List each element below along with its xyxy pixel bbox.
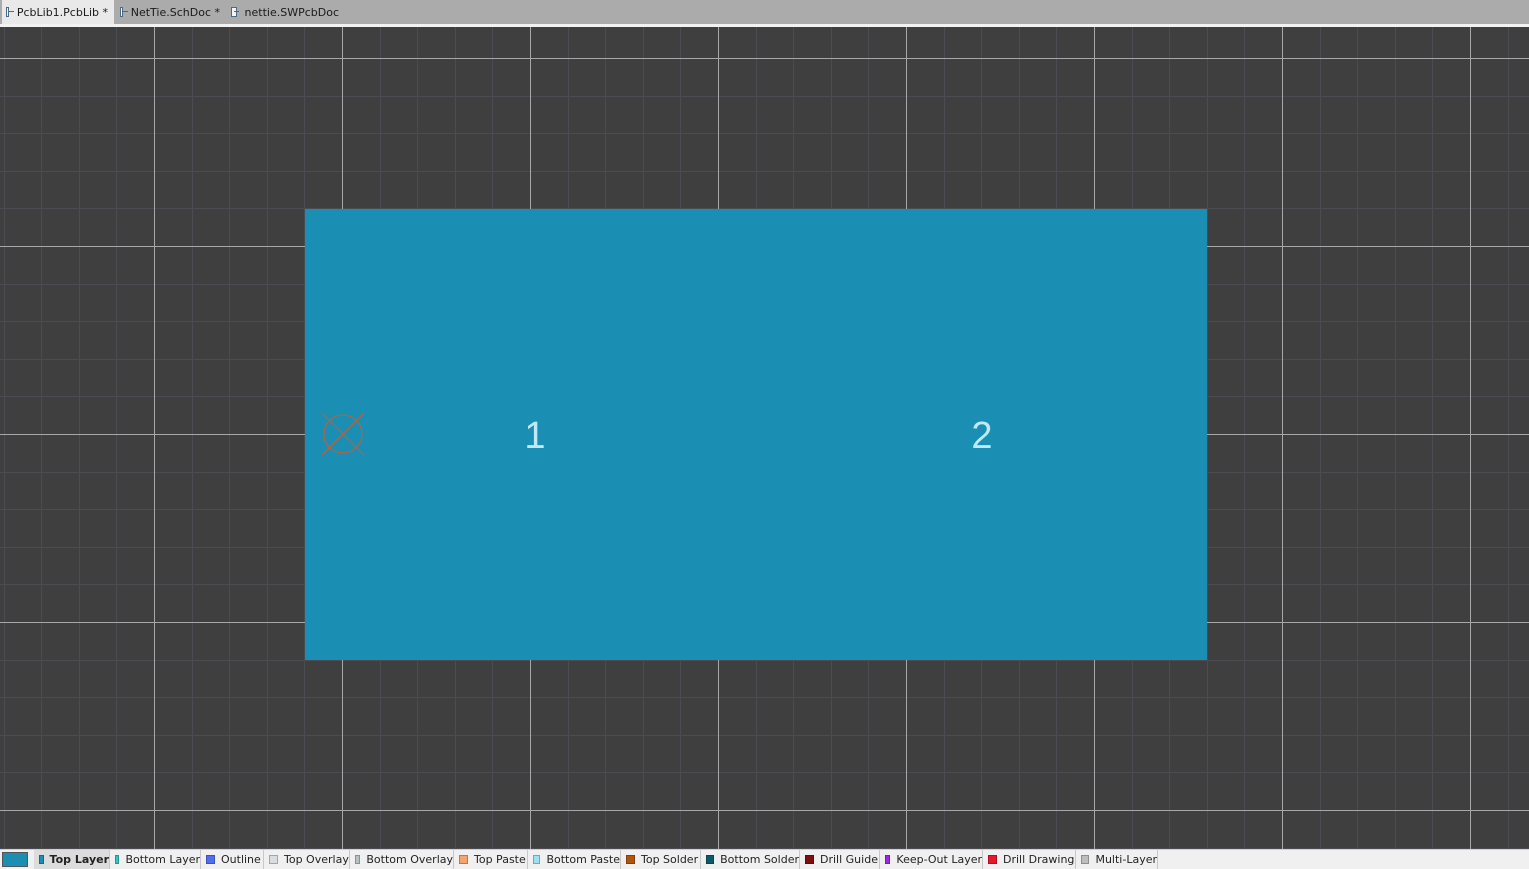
document-tab-strip: PcbLib1.PcbLib * NetTie.SchDoc * nettie.… [0, 0, 1529, 27]
pcblib-file-icon [6, 7, 14, 17]
layer-tab-label: Drill Guide [820, 853, 878, 866]
layer-tab-top-paste[interactable]: Top Paste [454, 850, 528, 869]
tab-pcblib1[interactable]: PcbLib1.PcbLib * [2, 0, 114, 24]
layer-tab-label: Top Overlay [284, 853, 349, 866]
layer-tab-bottom-layer[interactable]: Bottom Layer [110, 850, 201, 869]
tab-nettie-schdoc[interactable]: NetTie.SchDoc * [116, 0, 226, 24]
layer-tab-bottom-solder[interactable]: Bottom Solder [701, 850, 800, 869]
layer-tab-bottom-overlay[interactable]: Bottom Overlay [350, 850, 454, 869]
pcbdoc-file-icon [231, 7, 239, 17]
layer-tab-label: Bottom Solder [720, 853, 799, 866]
layer-tab-outline[interactable]: Outline [201, 850, 264, 869]
tab-label: nettie.SWPcbDoc [244, 5, 339, 19]
layer-tab-label: Keep-Out Layer [896, 853, 982, 866]
layer-tab-drill-guide[interactable]: Drill Guide [800, 850, 880, 869]
layer-color-swatch [805, 855, 814, 864]
layer-color-swatch [115, 855, 120, 864]
layer-color-swatch [533, 855, 541, 864]
canvas-drawing[interactable]: 1 2 [0, 27, 1529, 849]
layer-color-swatch [206, 855, 215, 864]
layer-tab-label: Drill Drawing [1003, 853, 1075, 866]
layer-tab-top-layer[interactable]: Top Layer [34, 850, 110, 869]
layer-tab-label: Top Solder [641, 853, 699, 866]
layer-tab-bottom-paste[interactable]: Bottom Paste [528, 850, 621, 869]
layer-tab-label: Multi-Layer [1095, 853, 1157, 866]
layer-tab-drill-drawing[interactable]: Drill Drawing [983, 850, 1076, 869]
tab-nettie-swpcbdoc[interactable]: nettie.SWPcbDoc [227, 0, 345, 24]
layer-color-swatch [39, 855, 44, 864]
layer-color-swatch [626, 855, 635, 864]
pad-designator-2: 2 [971, 415, 992, 457]
layer-color-swatch [459, 855, 468, 864]
layer-color-swatch [706, 855, 715, 864]
layer-tab-keep-out-layer[interactable]: Keep-Out Layer [880, 850, 983, 869]
layer-tab-label: Bottom Overlay [366, 853, 453, 866]
layer-tab-label: Outline [221, 853, 261, 866]
pad-designator-1: 1 [524, 415, 545, 457]
layer-tab-top-solder[interactable]: Top Solder [621, 850, 701, 869]
tab-label: NetTie.SchDoc * [130, 5, 220, 19]
schdoc-file-icon [120, 7, 128, 17]
tab-label: PcbLib1.PcbLib * [16, 5, 108, 19]
layer-color-swatch [988, 855, 997, 864]
component-pad-copper[interactable] [305, 209, 1207, 660]
layer-tab-label: Bottom Paste [546, 853, 620, 866]
layer-tab-label: Top Layer [49, 853, 109, 866]
current-layer-color-swatch[interactable] [2, 852, 28, 867]
layer-color-swatch [885, 855, 891, 864]
layer-color-swatch [269, 855, 278, 864]
layer-tab-top-overlay[interactable]: Top Overlay [264, 850, 350, 869]
layer-tab-label: Top Paste [474, 853, 526, 866]
layer-tabs-bar: Top Layer Bottom Layer Outline Top Overl… [0, 849, 1529, 869]
layer-color-swatch [355, 855, 361, 864]
layer-tab-multi-layer[interactable]: Multi-Layer [1076, 850, 1158, 869]
layer-tab-label: Bottom Layer [125, 853, 200, 866]
layer-color-swatch [1081, 855, 1090, 864]
pcb-editor-canvas[interactable]: 1 2 [0, 27, 1529, 849]
